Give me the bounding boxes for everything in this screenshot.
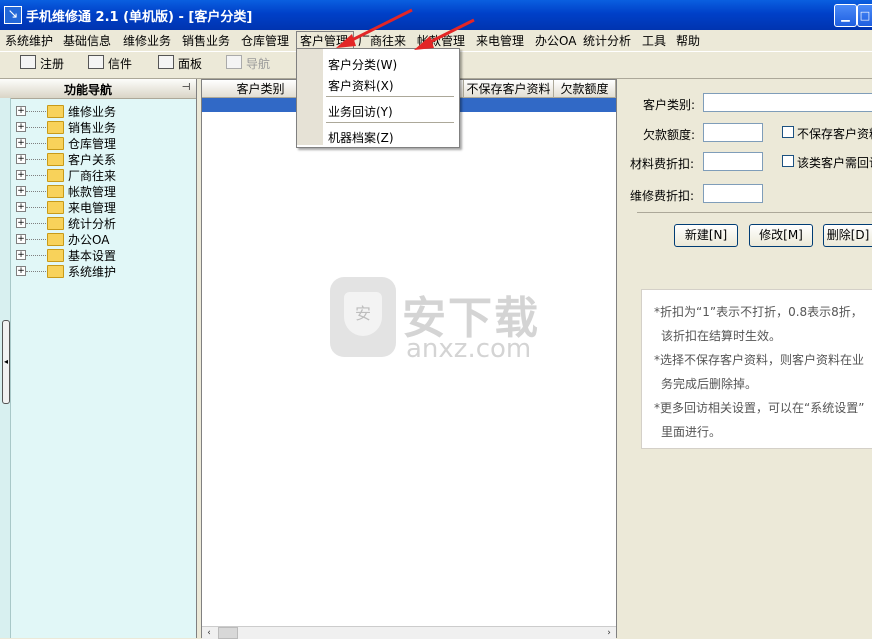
arrow-head (336, 34, 356, 48)
arrow-line (347, 8, 413, 44)
annotation-arrows (336, 8, 475, 50)
arrow-head (414, 36, 434, 50)
arrow-line (425, 18, 475, 46)
